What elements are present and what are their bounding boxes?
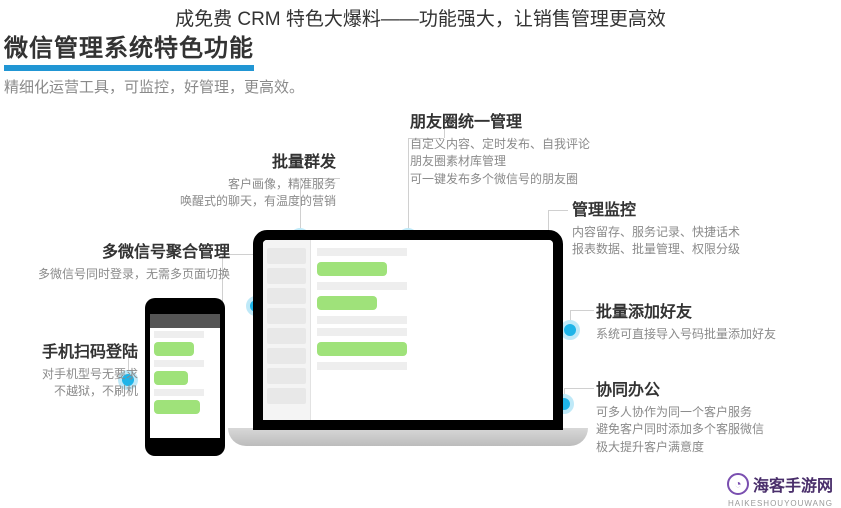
watermark-url: HAIKESHOUYOUWANG: [728, 499, 833, 508]
connector-line: [408, 138, 409, 234]
feature-scan-login: 手机扫码登陆 对手机型号无要求不越狱，不刷机: [0, 338, 138, 401]
feature-batch-add: 批量添加好友 系统可直接导入号码批量添加好友: [596, 298, 826, 343]
feature-desc: 系统可直接导入号码批量添加好友: [596, 326, 826, 343]
feature-monitor: 管理监控 内容留存、服务记录、快捷话术报表数据、批量管理、权限分级: [572, 196, 802, 259]
feature-title: 协同办公: [596, 376, 826, 400]
watermark-brand: 海客手游网: [753, 472, 833, 496]
feature-title: 多微信号聚合管理: [22, 238, 230, 262]
feature-desc: 自定义内容、定时发布、自我评论朋友圈素材库管理可一键发布多个微信号的朋友圈: [410, 136, 670, 188]
feature-title: 批量添加好友: [596, 298, 826, 322]
section-subtitle: 精细化运营工具，可监控，好管理，更高效。: [4, 76, 304, 97]
feature-multi-account: 多微信号聚合管理 多微信号同时登录，无需多页面切换: [22, 238, 230, 283]
feature-batch-send: 批量群发 客户画像，精准服务唤醒式的聊天，有温度的营销: [128, 148, 336, 211]
page-top-title: 成免费 CRM 特色大爆料——功能强大，让销售管理更高效: [0, 0, 841, 31]
phone-illustration: [145, 298, 225, 456]
watermark: ◔ 海客手游网: [727, 472, 833, 496]
feature-moments: 朋友圈统一管理 自定义内容、定时发布、自我评论朋友圈素材库管理可一键发布多个微信…: [410, 108, 670, 188]
section-title: 微信管理系统特色功能: [4, 28, 254, 71]
feature-desc: 内容留存、服务记录、快捷话术报表数据、批量管理、权限分级: [572, 224, 802, 259]
feature-title: 手机扫码登陆: [0, 338, 138, 362]
feature-desc: 客户画像，精准服务唤醒式的聊天，有温度的营销: [128, 176, 336, 211]
watermark-icon: ◔: [727, 473, 749, 495]
feature-desc: 多微信号同时登录，无需多页面切换: [22, 266, 230, 283]
feature-desc: 可多人协作为同一个客户服务避免客户同时添加多个客服微信极大提升客户满意度: [596, 404, 826, 456]
feature-desc: 对手机型号无要求不越狱，不刷机: [0, 366, 138, 401]
laptop-illustration: [228, 230, 588, 475]
feature-title: 批量群发: [128, 148, 336, 172]
feature-title: 管理监控: [572, 196, 802, 220]
feature-collab: 协同办公 可多人协作为同一个客户服务避免客户同时添加多个客服微信极大提升客户满意…: [596, 376, 826, 456]
feature-title: 朋友圈统一管理: [410, 108, 670, 132]
connector-line: [548, 210, 568, 211]
